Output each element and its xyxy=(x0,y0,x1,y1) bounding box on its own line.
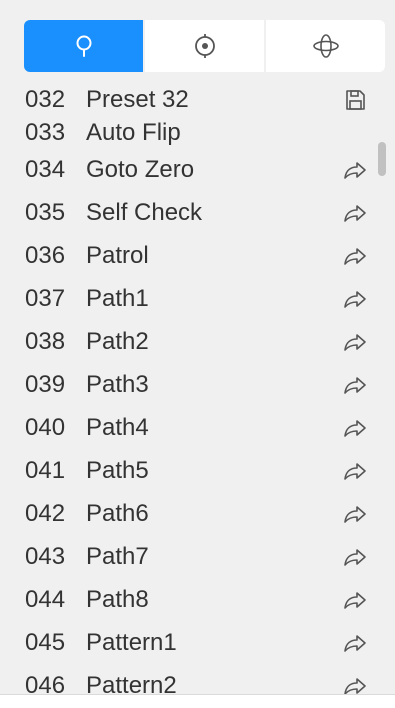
goto-arrow-icon xyxy=(344,635,366,652)
preset-number: 032 xyxy=(25,86,66,113)
list-item[interactable]: 041 Path5 xyxy=(0,451,395,491)
goto-arrow-icon xyxy=(344,678,366,694)
list-item[interactable]: 037 Path1 xyxy=(0,279,395,319)
goto-arrow-icon xyxy=(344,248,366,265)
list-item[interactable]: 035 Self Check xyxy=(0,193,395,233)
preset-number: 038 xyxy=(25,328,66,355)
goto-preset-button[interactable] xyxy=(338,282,372,316)
tab-preset[interactable] xyxy=(24,20,143,72)
preset-name: Patrol xyxy=(86,242,149,269)
preset-number: 034 xyxy=(25,156,66,183)
goto-arrow-icon xyxy=(344,334,366,351)
list-item[interactable]: 036 Patrol xyxy=(0,236,395,276)
ptz-preset-panel: 032 Preset 32 033 Auto Flip 034 Goto Zero… xyxy=(0,0,395,708)
preset-name: Pattern1 xyxy=(86,629,177,656)
preset-name: Goto Zero xyxy=(86,156,195,183)
preset-number: 039 xyxy=(25,371,66,398)
goto-preset-button[interactable] xyxy=(338,153,372,187)
preset-name: Path3 xyxy=(86,371,149,398)
list-item[interactable]: 044 Path8 xyxy=(0,580,395,620)
preset-name: Path5 xyxy=(86,457,149,484)
goto-preset-button[interactable] xyxy=(338,540,372,574)
preset-number: 035 xyxy=(25,199,66,226)
goto-preset-button[interactable] xyxy=(338,325,372,359)
preset-name: Path6 xyxy=(86,500,149,527)
list-item[interactable]: 033 Auto Flip xyxy=(0,113,395,153)
preset-number: 046 xyxy=(25,672,66,694)
tab-pattern[interactable] xyxy=(266,20,385,72)
goto-preset-button[interactable] xyxy=(338,239,372,273)
preset-number: 045 xyxy=(25,629,66,656)
goto-arrow-icon xyxy=(344,506,366,523)
goto-arrow-icon xyxy=(344,549,366,566)
preset-name: Path7 xyxy=(86,543,149,570)
ptz-tab-bar xyxy=(24,20,385,72)
list-item[interactable]: 042 Path6 xyxy=(0,494,395,534)
preset-name: Path8 xyxy=(86,586,149,613)
goto-preset-button[interactable] xyxy=(338,454,372,488)
preset-number: 040 xyxy=(25,414,66,441)
scrollbar-thumb[interactable] xyxy=(378,142,386,176)
goto-arrow-icon xyxy=(344,291,366,308)
preset-number: 041 xyxy=(25,457,66,484)
save-button[interactable] xyxy=(338,83,372,117)
list-item[interactable]: 039 Path3 xyxy=(0,365,395,405)
preset-name: Self Check xyxy=(86,199,203,226)
goto-preset-button[interactable] xyxy=(338,583,372,617)
list-item[interactable]: 043 Path7 xyxy=(0,537,395,577)
orbit-icon xyxy=(312,34,339,58)
goto-arrow-icon xyxy=(344,592,366,609)
preset-number: 037 xyxy=(25,285,66,312)
preset-name: Path4 xyxy=(86,414,149,441)
map-pin-icon xyxy=(76,35,91,57)
list-item[interactable]: 034 Goto Zero xyxy=(0,150,395,190)
save-icon xyxy=(346,90,365,110)
goto-preset-button[interactable] xyxy=(338,411,372,445)
goto-arrow-icon xyxy=(344,377,366,394)
goto-arrow-icon xyxy=(344,463,366,480)
goto-preset-button[interactable] xyxy=(338,196,372,230)
list-item[interactable]: 040 Path4 xyxy=(0,408,395,448)
list-item[interactable]: 038 Path2 xyxy=(0,322,395,362)
preset-number: 044 xyxy=(25,586,66,613)
goto-preset-button[interactable] xyxy=(338,626,372,660)
preset-name: Preset 32 xyxy=(86,86,189,113)
preset-number: 036 xyxy=(25,242,66,269)
preset-name: Path2 xyxy=(86,328,149,355)
target-icon xyxy=(194,34,215,58)
preset-name: Auto Flip xyxy=(86,119,181,146)
goto-arrow-icon xyxy=(344,162,366,179)
goto-preset-button[interactable] xyxy=(338,368,372,402)
tab-patrol[interactable] xyxy=(145,20,264,72)
bottom-bar xyxy=(0,695,395,708)
list-item[interactable]: 045 Pattern1 xyxy=(0,623,395,663)
preset-name: Path1 xyxy=(86,285,149,312)
goto-preset-button[interactable] xyxy=(338,497,372,531)
goto-arrow-icon xyxy=(344,205,366,222)
preset-number: 043 xyxy=(25,543,66,570)
list-item[interactable]: 046 Pattern2 xyxy=(0,666,395,694)
preset-number: 042 xyxy=(25,500,66,527)
preset-number: 033 xyxy=(25,119,66,146)
goto-preset-button[interactable] xyxy=(338,669,372,694)
preset-name: Pattern2 xyxy=(86,672,177,694)
preset-list[interactable]: 032 Preset 32 033 Auto Flip 034 Goto Zero… xyxy=(0,80,395,694)
goto-arrow-icon xyxy=(344,420,366,437)
